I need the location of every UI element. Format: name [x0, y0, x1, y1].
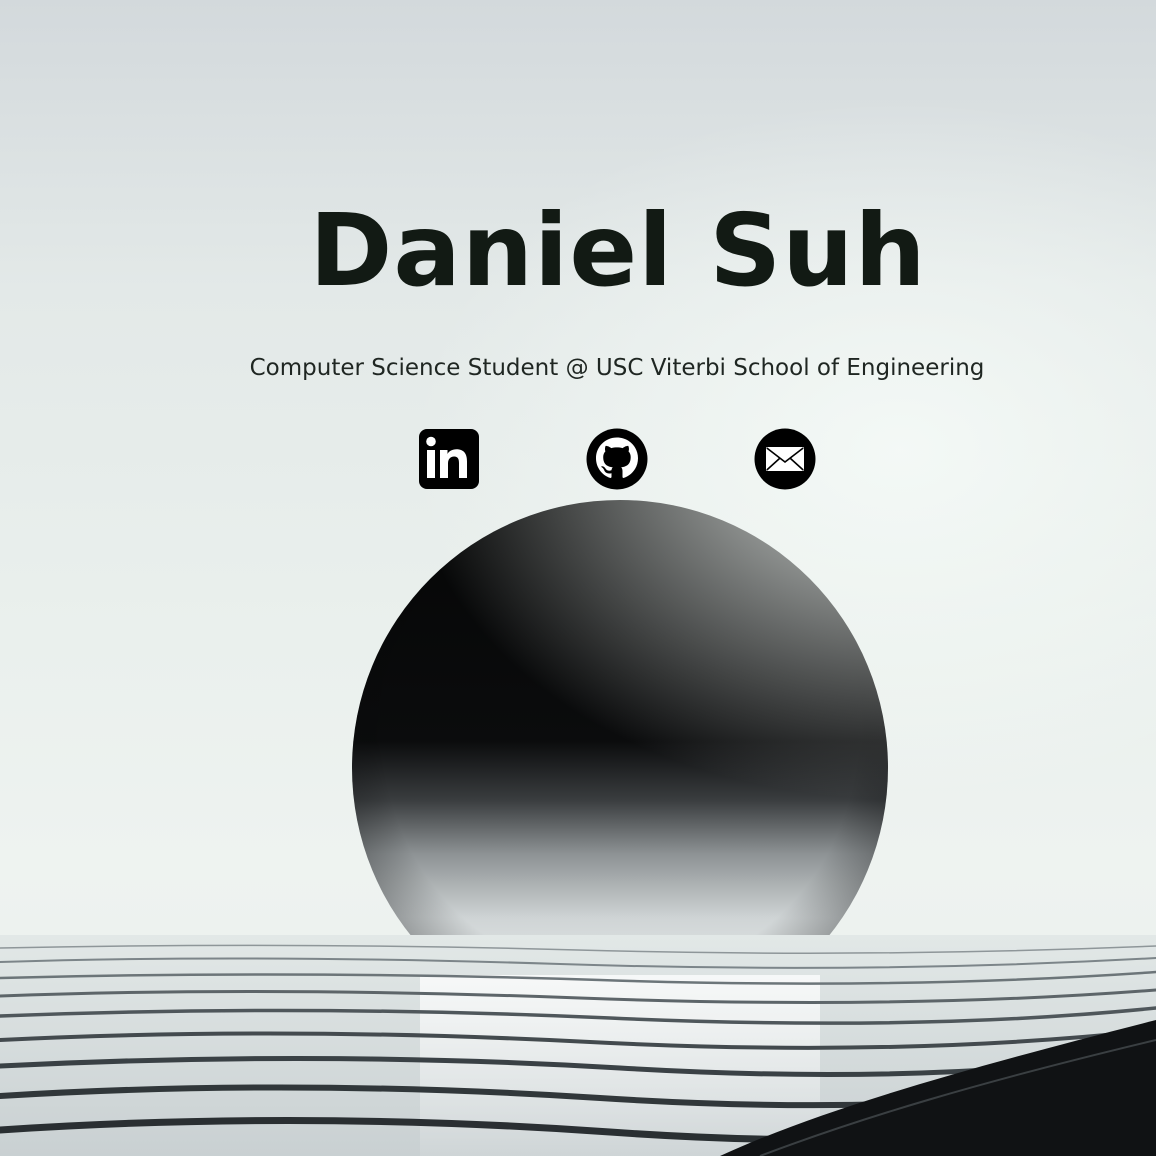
- social-links: [0, 428, 1156, 492]
- page-title: Daniel Suh: [309, 192, 927, 309]
- linkedin-icon: [419, 429, 479, 489]
- mail-icon: [754, 428, 816, 490]
- background-image: [0, 500, 1156, 1156]
- subtitle: Computer Science Student @ USC Viterbi S…: [249, 355, 985, 381]
- linkedin-link[interactable]: [418, 428, 480, 490]
- email-link[interactable]: [754, 428, 816, 490]
- github-link[interactable]: [586, 428, 648, 490]
- github-icon: [586, 428, 648, 490]
- page: Daniel Suh Computer Science Student @ US…: [0, 0, 1156, 1156]
